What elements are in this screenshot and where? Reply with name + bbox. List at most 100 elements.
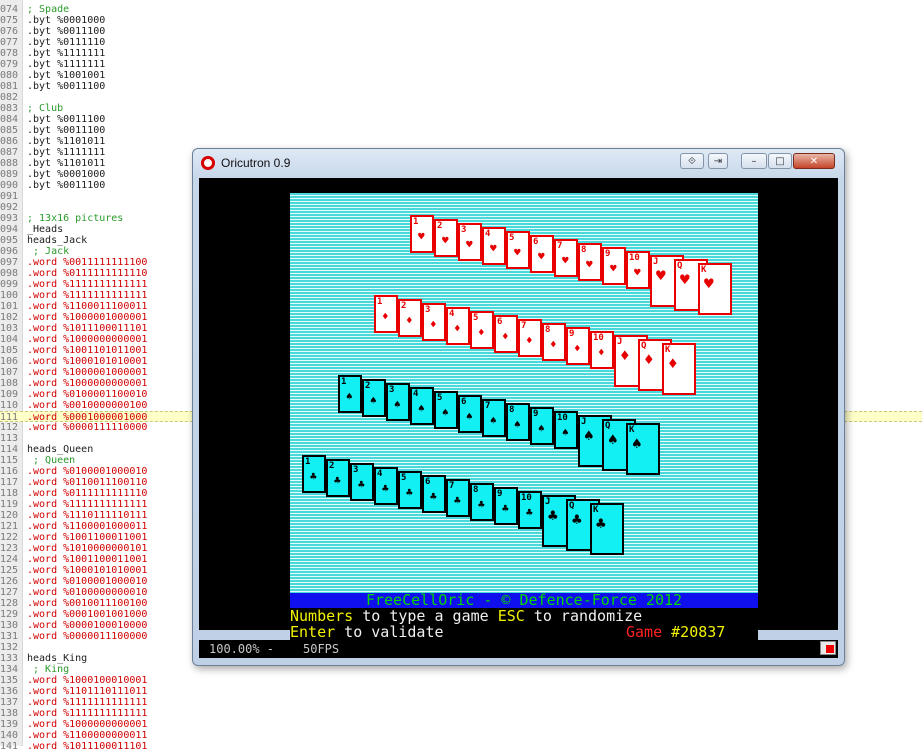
playing-card[interactable]: 5 ♥ xyxy=(506,231,530,269)
playing-card[interactable]: 1 ♣ xyxy=(302,455,326,493)
playing-card[interactable]: 7 ♦ xyxy=(518,319,542,357)
playing-card[interactable]: 4 ♦ xyxy=(446,307,470,345)
card-rank: 2 xyxy=(329,461,335,471)
playing-card[interactable]: 8 ♦ xyxy=(542,323,566,361)
card-suit-icon: ♠ xyxy=(442,406,449,419)
pin-icon[interactable]: ⇥ xyxy=(708,153,728,169)
code-line[interactable]: 082 xyxy=(0,92,922,103)
code-line[interactable]: 139 .word %1000000000001 xyxy=(0,719,922,730)
card-suit-icon: ♥ xyxy=(656,266,666,285)
playing-card[interactable]: 4 ♠ xyxy=(410,387,434,425)
code-line[interactable]: 078 .byt %1111111 xyxy=(0,48,922,59)
playing-card[interactable]: 4 ♥ xyxy=(482,227,506,265)
playing-card[interactable]: 9 ♥ xyxy=(602,247,626,285)
code-line[interactable]: 077 .byt %0111110 xyxy=(0,37,922,48)
playing-card[interactable]: 5 ♣ xyxy=(398,471,422,509)
card-suit-icon: ♥ xyxy=(418,230,425,243)
maximize-button[interactable]: □ xyxy=(768,153,792,169)
playing-card[interactable]: 6 ♦ xyxy=(494,315,518,353)
enter-key-label: Enter xyxy=(290,623,336,641)
playing-card[interactable]: K ♥ xyxy=(698,263,732,315)
code-line[interactable]: 140 .word %1100000000011 xyxy=(0,730,922,741)
card-tableau[interactable]: 1 ♥ 2 ♥ 3 ♥ 4 ♥ 5 ♥ 6 ♥ 7 ♥ 8 ♥ 9 ♥ 10 ♥ J ♥ Q ♥ K ♥ 1 ♦ 2 ♦ 3 ♦ 4 ♦ 5 ♦ 6 ♦ 7… xyxy=(290,193,758,593)
close-button[interactable]: ✕ xyxy=(793,153,835,169)
playing-card[interactable]: 10 ♠ xyxy=(554,411,578,449)
playing-card[interactable]: 6 ♣ xyxy=(422,475,446,513)
playing-card[interactable]: K ♦ xyxy=(662,343,696,395)
line-number: 110 xyxy=(0,400,19,411)
playing-card[interactable]: 8 ♥ xyxy=(578,243,602,281)
playing-card[interactable]: 1 ♠ xyxy=(338,375,362,413)
code-text: .word %1000000000001 xyxy=(27,719,148,730)
code-line[interactable]: 080 .byt %1001001 xyxy=(0,70,922,81)
code-line[interactable]: 083 ; Club xyxy=(0,103,922,114)
record-icon[interactable] xyxy=(820,641,836,655)
card-suit-icon: ♣ xyxy=(430,490,437,503)
code-line[interactable]: 141 .word %1011100011101 xyxy=(0,741,922,752)
code-line[interactable]: 084 .byt %0011100 xyxy=(0,114,922,125)
code-line[interactable]: 138 .word %1111111111111 xyxy=(0,708,922,719)
card-rank: 4 xyxy=(413,389,419,399)
line-number: 082 xyxy=(0,92,19,103)
code-line[interactable]: 136 .word %1101110111011 xyxy=(0,686,922,697)
playing-card[interactable]: 5 ♦ xyxy=(470,311,494,349)
line-number: 139 xyxy=(0,719,19,730)
line-number: 095 xyxy=(0,235,19,246)
playing-card[interactable]: 8 ♠ xyxy=(506,403,530,441)
playing-card[interactable]: 4 ♣ xyxy=(374,467,398,505)
emulator-display[interactable]: 1 ♥ 2 ♥ 3 ♥ 4 ♥ 5 ♥ 6 ♥ 7 ♥ 8 ♥ 9 ♥ 10 ♥ J ♥ Q ♥ K ♥ 1 ♦ 2 ♦ 3 ♦ 4 ♦ 5 ♦ 6 ♦ 7… xyxy=(199,178,838,640)
card-suit-icon: ♥ xyxy=(704,274,714,293)
playing-card[interactable]: 3 ♥ xyxy=(458,223,482,261)
code-text: .byt %1111111 xyxy=(27,59,106,70)
playing-card[interactable]: 6 ♥ xyxy=(530,235,554,273)
playing-card[interactable]: 5 ♠ xyxy=(434,391,458,429)
playing-card[interactable]: K ♠ xyxy=(626,423,660,475)
code-line[interactable]: 075 .byt %0001000 xyxy=(0,15,922,26)
oricutron-window[interactable]: Oricutron 0.9 ⟐ ⇥ – □ ✕ 1 ♥ 2 ♥ 3 ♥ 4 ♥ 5 ♥ 6 ♥ 7 ♥ 8 ♥… xyxy=(192,148,845,666)
playing-card[interactable]: 7 ♣ xyxy=(446,479,470,517)
line-number: 097 xyxy=(0,257,19,268)
move-icon[interactable]: ⟐ xyxy=(680,153,704,169)
code-line[interactable]: 137 .word %1111111111111 xyxy=(0,697,922,708)
playing-card[interactable]: K ♣ xyxy=(590,503,624,555)
playing-card[interactable]: 7 ♠ xyxy=(482,399,506,437)
playing-card[interactable]: 7 ♥ xyxy=(554,239,578,277)
playing-card[interactable]: 2 ♦ xyxy=(398,299,422,337)
playing-card[interactable]: 2 ♣ xyxy=(326,459,350,497)
card-suit-icon: ♣ xyxy=(596,514,606,533)
card-rank: 4 xyxy=(377,469,383,479)
code-text: .word %0000111110000 xyxy=(27,422,148,433)
playing-card[interactable]: 10 ♣ xyxy=(518,491,542,529)
oric-screen[interactable]: 1 ♥ 2 ♥ 3 ♥ 4 ♥ 5 ♥ 6 ♥ 7 ♥ 8 ♥ 9 ♥ 10 ♥ J ♥ Q ♥ K ♥ 1 ♦ 2 ♦ 3 ♦ 4 ♦ 5 ♦ 6 ♦ 7… xyxy=(290,193,758,629)
playing-card[interactable]: 1 ♦ xyxy=(374,295,398,333)
card-rank: 3 xyxy=(353,465,359,475)
playing-card[interactable]: 9 ♠ xyxy=(530,407,554,445)
playing-card[interactable]: 1 ♥ xyxy=(410,215,434,253)
playing-card[interactable]: 3 ♣ xyxy=(350,463,374,501)
card-suit-icon: ♠ xyxy=(346,390,353,403)
minimize-button[interactable]: – xyxy=(741,153,767,169)
playing-card[interactable]: 10 ♦ xyxy=(590,331,614,369)
line-number: 119 xyxy=(0,499,19,510)
playing-card[interactable]: 9 ♦ xyxy=(566,327,590,365)
playing-card[interactable]: 2 ♥ xyxy=(434,219,458,257)
code-line[interactable]: 086 .byt %1101011 xyxy=(0,136,922,147)
code-line[interactable]: 076 .byt %0011100 xyxy=(0,26,922,37)
playing-card[interactable]: 9 ♣ xyxy=(494,487,518,525)
playing-card[interactable]: 3 ♠ xyxy=(386,383,410,421)
playing-card[interactable]: 10 ♥ xyxy=(626,251,650,289)
code-line[interactable]: 081 .byt %0011100 xyxy=(0,81,922,92)
code-line[interactable]: 074 ; Spade xyxy=(0,4,922,15)
playing-card[interactable]: 8 ♣ xyxy=(470,483,494,521)
code-line[interactable]: 079 .byt %1111111 xyxy=(0,59,922,70)
playing-card[interactable]: 6 ♠ xyxy=(458,395,482,433)
card-suit-icon: ♠ xyxy=(608,430,618,449)
code-line[interactable]: 085 .byt %0011100 xyxy=(0,125,922,136)
code-line[interactable]: 135 .word %1000100010001 xyxy=(0,675,922,686)
line-number: 112 xyxy=(0,422,19,433)
emulator-statusbar: 100.00% - 50FPS xyxy=(199,640,838,658)
card-rank: 5 xyxy=(473,313,479,323)
window-titlebar[interactable]: Oricutron 0.9 ⟐ ⇥ – □ ✕ xyxy=(193,149,844,177)
playing-card[interactable]: 2 ♠ xyxy=(362,379,386,417)
playing-card[interactable]: 3 ♦ xyxy=(422,303,446,341)
